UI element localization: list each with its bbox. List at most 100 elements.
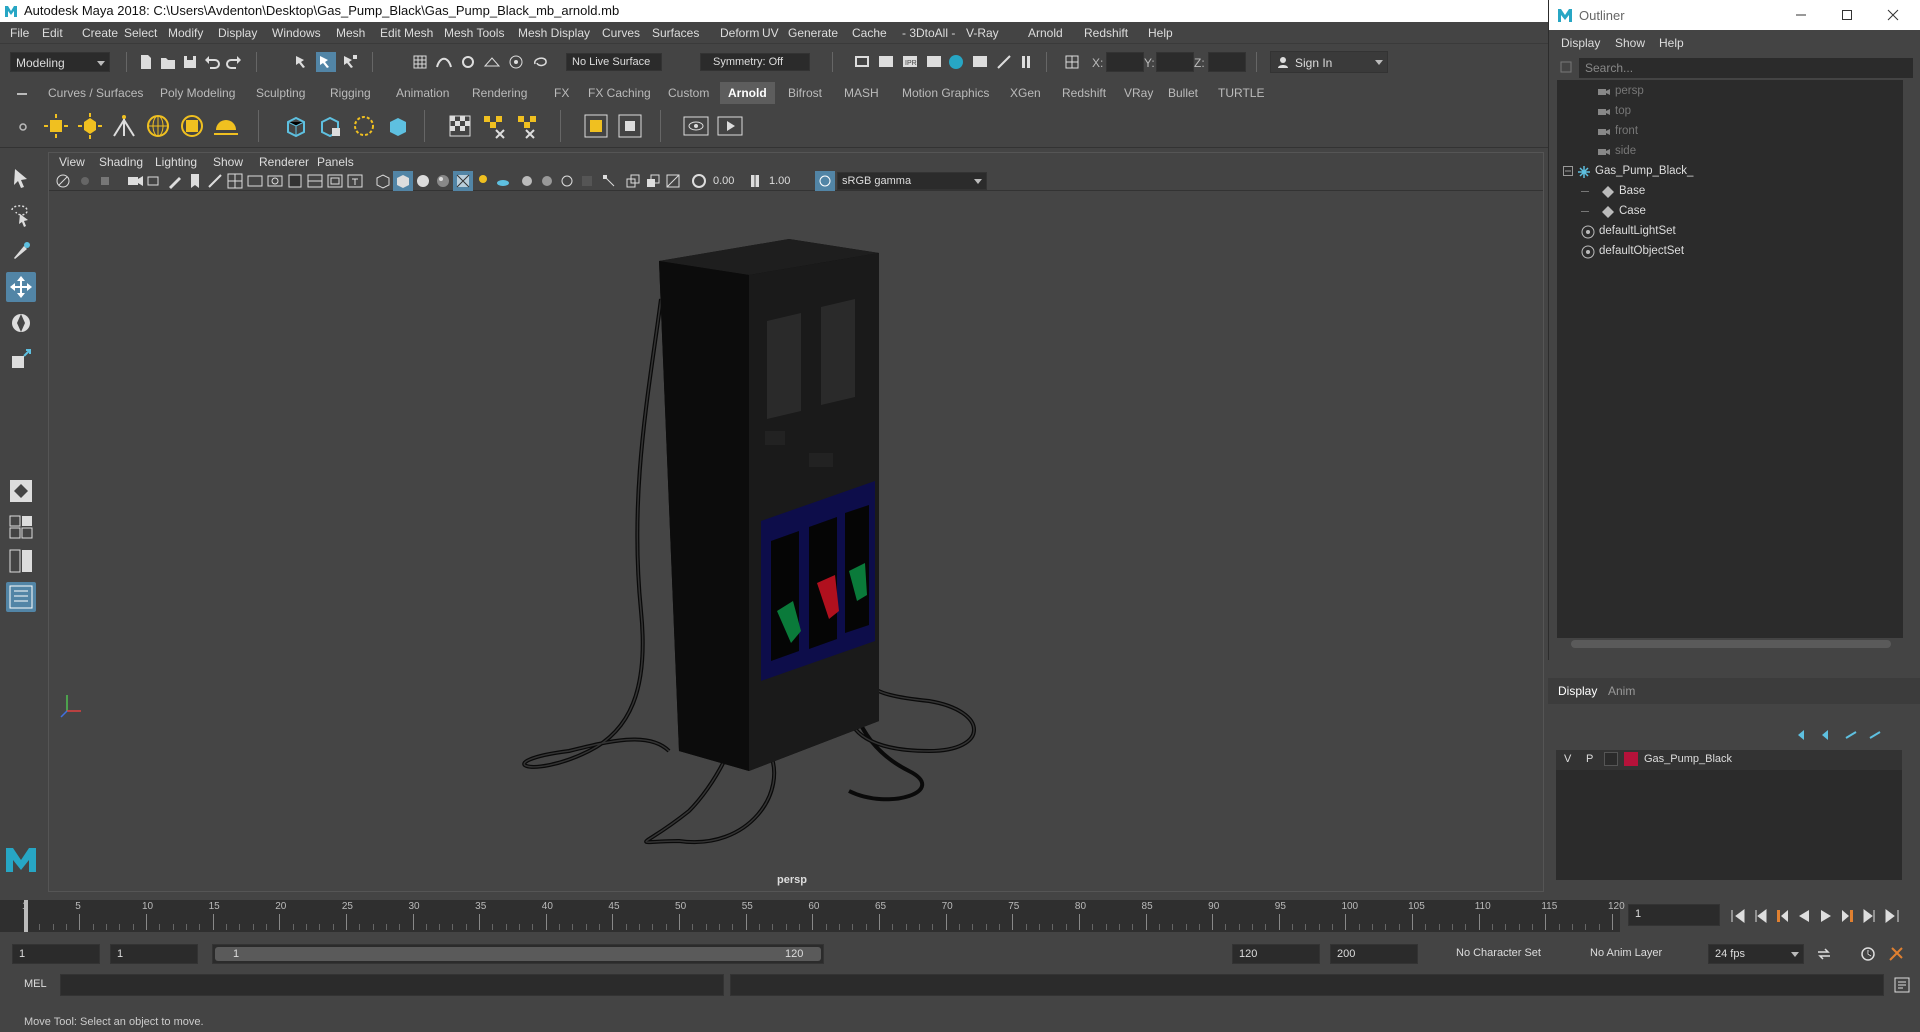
arnold-render-view-icon[interactable] [970,52,990,72]
command-input[interactable] [60,974,724,996]
menu-15[interactable]: Generate [788,26,838,40]
playback-start-field[interactable]: 1 [110,944,198,964]
layer-row[interactable]: V P Gas_Pump_Black [1556,750,1902,770]
shelf-tab-17[interactable]: TURTLE [1210,82,1272,104]
mesh-light-icon[interactable] [76,112,104,140]
volume-icon[interactable] [350,112,378,140]
transform-mode-icon[interactable] [1062,52,1082,72]
arnold-render-icon[interactable] [716,112,744,140]
menu-18[interactable]: V-Ray [966,26,999,40]
outliner-item[interactable]: top [1557,102,1903,122]
select-component-icon[interactable] [340,52,360,72]
safe-action-icon[interactable] [325,171,345,191]
save-scene-icon[interactable] [180,52,200,72]
outliner-menu-0[interactable]: Display [1561,36,1600,50]
menu-10[interactable]: Mesh Display [518,26,590,40]
shelf-tab-8[interactable]: Custom [660,82,717,104]
select-tool-icon[interactable] [6,164,36,194]
step-forward-key-icon[interactable] [1860,906,1880,926]
fps-dropdown[interactable]: 24 fps [1708,944,1804,964]
menu-11[interactable]: Curves [602,26,640,40]
animation-start-field[interactable]: 1 [12,944,100,964]
outliner-menu-1[interactable]: Show [1615,36,1645,50]
menu-2[interactable]: Create [82,26,118,40]
sign-in-button[interactable]: Sign In [1270,51,1388,73]
textured-icon[interactable] [433,171,453,191]
xray-joints-icon[interactable] [599,171,619,191]
play-backward-icon[interactable] [1794,906,1814,926]
shelf-tab-14[interactable]: Redshift [1054,82,1114,104]
use-all-lights-icon[interactable] [453,171,473,191]
gas-pump-model[interactable] [49,191,1543,891]
four-view-layout-icon[interactable] [6,512,36,542]
grid-toggle-icon[interactable] [225,171,245,191]
outliner-item[interactable]: defaultLightSet [1557,222,1903,242]
viewport-menu-0[interactable]: View [59,155,85,169]
shelf-tab-4[interactable]: Animation [388,82,457,104]
new-layer-selected-icon[interactable] [1868,728,1884,742]
bookmark-icon[interactable] [185,171,205,191]
viewport-canvas[interactable]: persp [49,191,1543,891]
outliner-h-scrollbar[interactable] [1571,640,1891,648]
render-view-icon[interactable] [852,52,872,72]
move-layer-down-icon[interactable] [1820,728,1836,742]
undo-icon[interactable] [202,52,222,72]
shelf-tab-7[interactable]: FX Caching [580,82,659,104]
backface-culling-icon[interactable] [663,171,683,191]
camera-attr-icon[interactable] [53,171,73,191]
y-field[interactable] [1156,52,1194,72]
scale-tool-icon[interactable] [6,344,36,374]
color-space-dropdown[interactable]: sRGB gamma [837,172,987,190]
range-slider[interactable]: 1 120 [212,944,824,964]
x-field[interactable] [1106,52,1144,72]
anim-layer-dropdown[interactable]: No Anim Layer [1584,944,1684,964]
snap-view-plane-icon[interactable] [482,52,502,72]
standin-icon[interactable] [282,112,310,140]
ambient-occlusion-icon[interactable] [493,171,513,191]
resolution-gate-icon[interactable] [265,171,285,191]
outliner-item[interactable]: Gas_Pump_Black_ [1557,162,1903,182]
redo-icon[interactable] [224,52,244,72]
shelf-tab-0[interactable]: Curves / Surfaces [40,82,151,104]
outliner-item[interactable]: persp [1557,82,1903,102]
loop-icon[interactable] [1814,944,1834,964]
menu-12[interactable]: Surfaces [652,26,699,40]
shelf-tab-1[interactable]: Poly Modeling [152,82,243,104]
menu-13[interactable]: Deform [720,26,759,40]
flush-textures-icon[interactable] [480,112,508,140]
go-to-end-icon[interactable] [1882,906,1902,926]
exposure-value[interactable]: 0.00 [713,175,734,187]
paint-select-tool-icon[interactable] [6,236,36,266]
menu-5[interactable]: Display [218,26,257,40]
snap-live-icon[interactable] [506,52,526,72]
field-chart-icon[interactable] [305,171,325,191]
shelf-tab-6[interactable]: FX [546,82,577,104]
collapse-icon[interactable] [1563,166,1573,176]
menu-14[interactable]: UV [762,26,779,40]
lock-camera-icon[interactable] [75,171,95,191]
menu-6[interactable]: Windows [272,26,321,40]
wireframe-icon[interactable] [373,171,393,191]
gate-mask-icon[interactable] [285,171,305,191]
shadows-icon[interactable] [473,171,493,191]
outliner-item[interactable]: front [1557,122,1903,142]
skydome-light-icon[interactable] [144,112,172,140]
menu-4[interactable]: Modify [168,26,203,40]
texture-manager-icon[interactable] [446,112,474,140]
xray-icon[interactable] [205,171,225,191]
lasso-tool-icon[interactable] [6,200,36,230]
step-back-key-icon[interactable] [1750,906,1770,926]
go-to-start-icon[interactable] [1728,906,1748,926]
layer-type-toggle[interactable] [1604,752,1618,766]
playback-end-field[interactable]: 120 [1232,944,1320,964]
camera-bookmark-icon[interactable] [95,171,115,191]
2d-pan-zoom-icon[interactable] [145,171,165,191]
shelf-settings-icon[interactable] [18,122,28,132]
menu-1[interactable]: Edit [42,26,63,40]
export-standin-icon[interactable] [316,112,344,140]
render-region-icon[interactable] [582,112,610,140]
close-icon[interactable] [1887,9,1899,21]
range-slider-handle[interactable] [215,947,821,961]
open-scene-icon[interactable] [158,52,178,72]
menu-20[interactable]: Redshift [1084,26,1128,40]
